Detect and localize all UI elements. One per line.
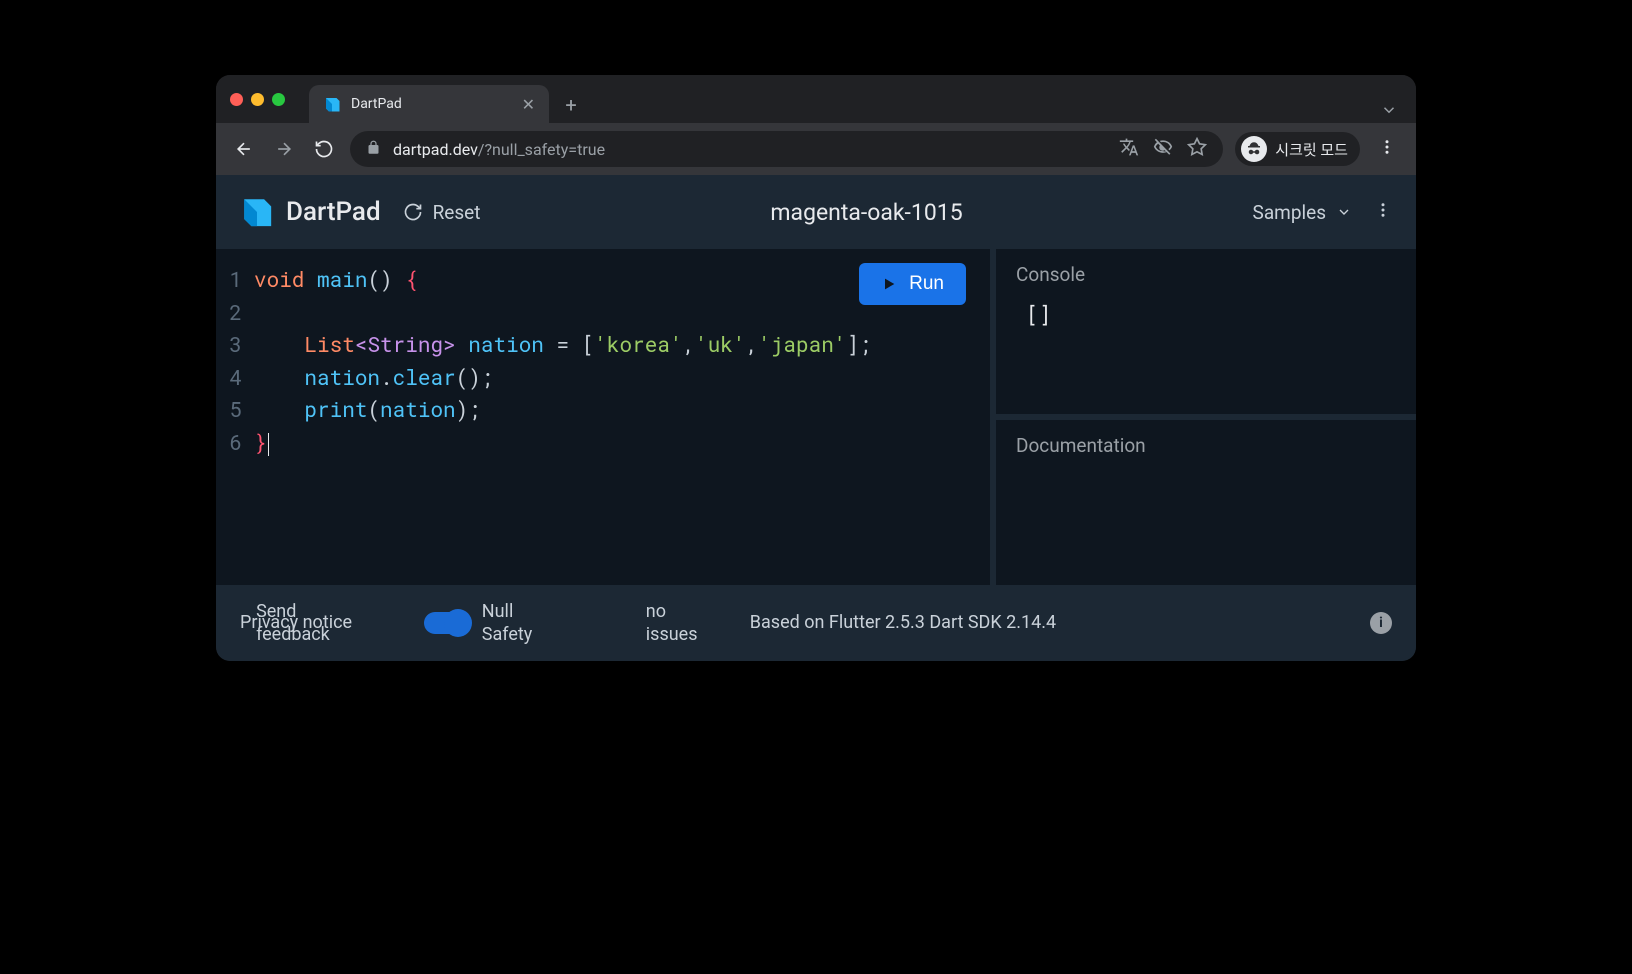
eye-off-icon[interactable] (1153, 137, 1173, 161)
omnibox[interactable]: dartpad.dev/?null_safety=true (350, 131, 1223, 167)
side-panes: Console [] Documentation (996, 249, 1416, 585)
send-feedback-link[interactable]: Send feedback (256, 600, 330, 647)
window-controls (230, 93, 285, 106)
info-icon[interactable]: i (1370, 612, 1392, 634)
run-button[interactable]: Run (859, 263, 966, 305)
version-info: Based on Flutter 2.5.3 Dart SDK 2.14.4 (750, 611, 1056, 634)
text-cursor (268, 433, 269, 456)
translate-icon[interactable] (1119, 137, 1139, 161)
minimize-window-button[interactable] (251, 93, 264, 106)
back-button[interactable] (230, 135, 258, 163)
console-output: [] (1016, 300, 1396, 328)
project-name[interactable]: magenta-oak-1015 (502, 199, 1230, 226)
run-label: Run (909, 273, 944, 295)
close-window-button[interactable] (230, 93, 243, 106)
dart-logo-icon (240, 195, 274, 229)
null-safety-toggle-wrap: Null Safety (424, 600, 552, 647)
chevron-down-icon (1336, 204, 1352, 220)
tab-title: DartPad (351, 96, 512, 112)
editor-pane[interactable]: Run 1void main() { 2 3 List<String> nati… (216, 249, 996, 585)
reload-button[interactable] (310, 135, 338, 163)
issues-status[interactable]: no issues (646, 600, 716, 647)
app-toolbar: DartPad Reset magenta-oak-1015 Samples (216, 175, 1416, 249)
omnibox-actions (1119, 137, 1207, 161)
lock-icon (366, 140, 381, 159)
browser-window: DartPad ✕ + dartpad.dev/?null_safety=tru… (216, 75, 1416, 661)
forward-button[interactable] (270, 135, 298, 163)
docs-title: Documentation (1016, 434, 1396, 457)
dart-favicon-icon (323, 95, 341, 113)
incognito-icon (1241, 136, 1267, 162)
null-safety-toggle[interactable] (424, 612, 470, 634)
url-text: dartpad.dev/?null_safety=true (393, 140, 1107, 159)
documentation-pane: Documentation (996, 420, 1416, 585)
tab-strip: DartPad ✕ + (309, 75, 1402, 123)
titlebar: DartPad ✕ + (216, 75, 1416, 123)
maximize-window-button[interactable] (272, 93, 285, 106)
incognito-badge[interactable]: 시크릿 모드 (1235, 132, 1360, 166)
reset-button[interactable]: Reset (403, 201, 481, 224)
star-icon[interactable] (1187, 137, 1207, 161)
footer: Privacy notice Send feedback Null Safety… (216, 585, 1416, 661)
address-bar: dartpad.dev/?null_safety=true 시크릿 모드 (216, 123, 1416, 175)
main-area: Run 1void main() { 2 3 List<String> nati… (216, 249, 1416, 585)
app-name: DartPad (286, 197, 381, 227)
play-icon (881, 276, 897, 292)
samples-label: Samples (1253, 201, 1326, 224)
app-menu-button[interactable] (1374, 201, 1392, 223)
incognito-label: 시크릿 모드 (1275, 139, 1348, 160)
console-pane: Console [] (996, 249, 1416, 420)
browser-menu-button[interactable] (1372, 138, 1402, 160)
reset-label: Reset (433, 201, 481, 224)
close-tab-icon[interactable]: ✕ (522, 95, 535, 114)
null-safety-label: Null Safety (482, 600, 552, 647)
tabs-dropdown-icon[interactable] (1380, 101, 1402, 123)
browser-tab[interactable]: DartPad ✕ (309, 85, 549, 123)
app-logo[interactable]: DartPad (240, 195, 381, 229)
console-title: Console (1016, 263, 1396, 286)
refresh-icon (403, 202, 423, 222)
samples-button[interactable]: Samples (1253, 201, 1352, 224)
new-tab-button[interactable]: + (555, 89, 587, 121)
